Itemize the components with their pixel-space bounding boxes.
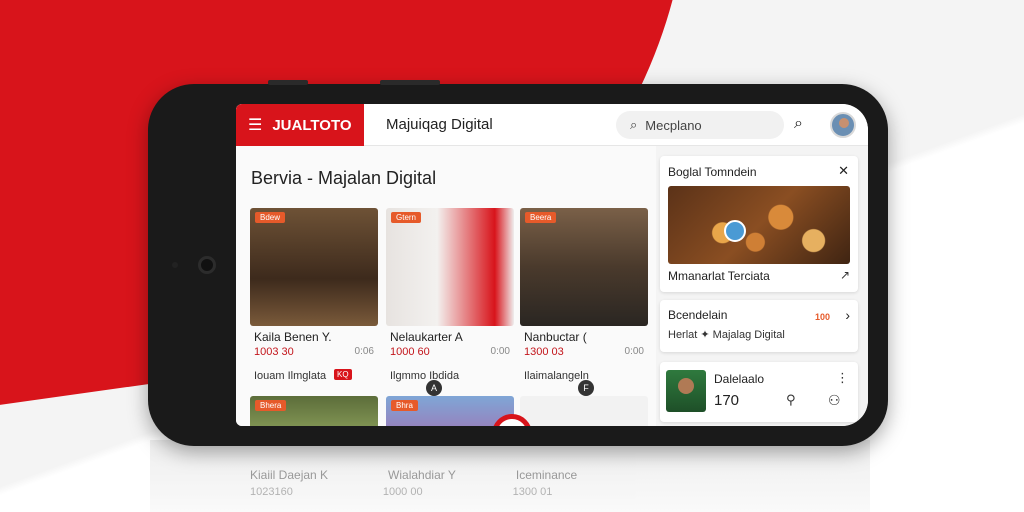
card-views: 1003 30 [254,346,294,358]
category-tag: Beera [525,212,557,223]
reflection-title: Kiaiil Daejan K [250,468,329,482]
sidebar: Boglal Tomndein ✕ Mmanarlat Terciata ↗ B… [656,146,868,426]
location-icon[interactable]: ⚲ [786,392,796,408]
video-thumbnail[interactable]: Gtern [386,208,514,326]
card-avatar-badge: A [426,380,442,396]
card-avatar-badge: F [578,380,594,396]
power-button [380,80,440,85]
reflection-title: Iceminance [515,468,578,482]
card-badge: KQ [334,369,352,380]
reflection-sub: 1023160 [250,486,293,498]
search-input[interactable]: ⌕ Mecplano [616,111,784,139]
video-thumbnail[interactable]: Bdew [250,208,378,326]
card-source: Ilaimalangeln [524,370,589,382]
reflection-sub: 1000 00 [382,486,423,498]
reflection-sub: 1300 01 [512,486,553,498]
featured-caption[interactable]: Mmanarlat Terciata [668,269,770,283]
search-button-icon[interactable]: ⌕ [794,115,803,133]
camera [198,256,216,274]
more-icon[interactable]: ⋮ [836,370,849,386]
channel-panel[interactable]: Bcendelain Herlat ✦ Majalag Digital 100 … [660,300,858,352]
chevron-right-icon[interactable]: › [845,307,850,323]
category-tag: Bhra [391,400,418,411]
panel-title: Bcendelain [668,308,728,322]
search-icon: ⌕ [630,117,638,132]
profile-count: 170 [714,392,740,409]
card-title[interactable]: Kaila Benen Y. [254,330,332,344]
brand-logo[interactable]: ☰ JUALTOTO [236,104,364,146]
app-header: ☰ JUALTOTO Majuiqag Digital ⌕ Mecplano ⌕ [236,104,868,146]
reflection-title: Wialahdiar Y [388,468,456,482]
section-title: Bervia - Majalan Digital [251,168,437,188]
volume-button [268,80,308,85]
menu-icon[interactable]: ☰ [248,115,262,135]
share-icon[interactable]: ↗ [840,268,850,282]
panel-subtitle: Herlat ✦ Majalag Digital [668,329,785,341]
play-icon[interactable] [724,220,746,242]
avatar[interactable] [830,112,856,138]
card-duration: 0:00 [490,346,510,357]
site-title: Majuiqag Digital [386,116,493,133]
featured-panel: Boglal Tomndein ✕ Mmanarlat Terciata ↗ [660,156,858,292]
phone-reflection: Kiaiil Daejan K Wialahdiar Y Iceminance … [150,440,870,512]
card-source: Ilgmmo Ibdida [390,370,460,382]
card-duration: 0:06 [354,346,374,357]
sensor [172,262,178,268]
phone-frame: ☰ JUALTOTO Majuiqag Digital ⌕ Mecplano ⌕… [148,80,888,446]
profile-panel[interactable]: Dalelaalo 170 ⋮ ⚲ ⚇ [660,362,858,422]
category-tag: Bhera [255,400,287,411]
profile-name: Dalelaalo [714,372,765,386]
featured-image[interactable] [668,186,850,264]
user-icon[interactable]: ⚇ [828,392,841,409]
video-thumbnail[interactable]: Bhera [250,396,378,426]
card-duration: 0:00 [624,346,644,357]
card-views: 1300 03 [524,346,564,358]
logo-text: JUALTOTO [272,116,352,134]
profile-image[interactable] [666,370,706,412]
card-title[interactable]: Nanbuctar ( [524,330,587,344]
card-title[interactable]: Nelaukarter A [390,330,463,344]
video-thumbnail[interactable] [520,396,648,426]
category-tag: Bdew [255,212,286,223]
video-thumbnail[interactable]: Beera [520,208,648,326]
search-placeholder: Mecplano [645,117,702,133]
category-tag: Gtern [391,212,422,223]
panel-badge: 100 [814,312,830,322]
panel-title: Boglal Tomndein [668,165,757,179]
main-content: Bervia - Majalan Digital Bdew Kaila Bene… [236,146,656,426]
close-icon[interactable]: ✕ [838,163,849,179]
card-views: 1000 60 [390,346,430,358]
app-screen: ☰ JUALTOTO Majuiqag Digital ⌕ Mecplano ⌕… [236,104,868,426]
card-source: Iouam Ilmglata [254,370,327,382]
